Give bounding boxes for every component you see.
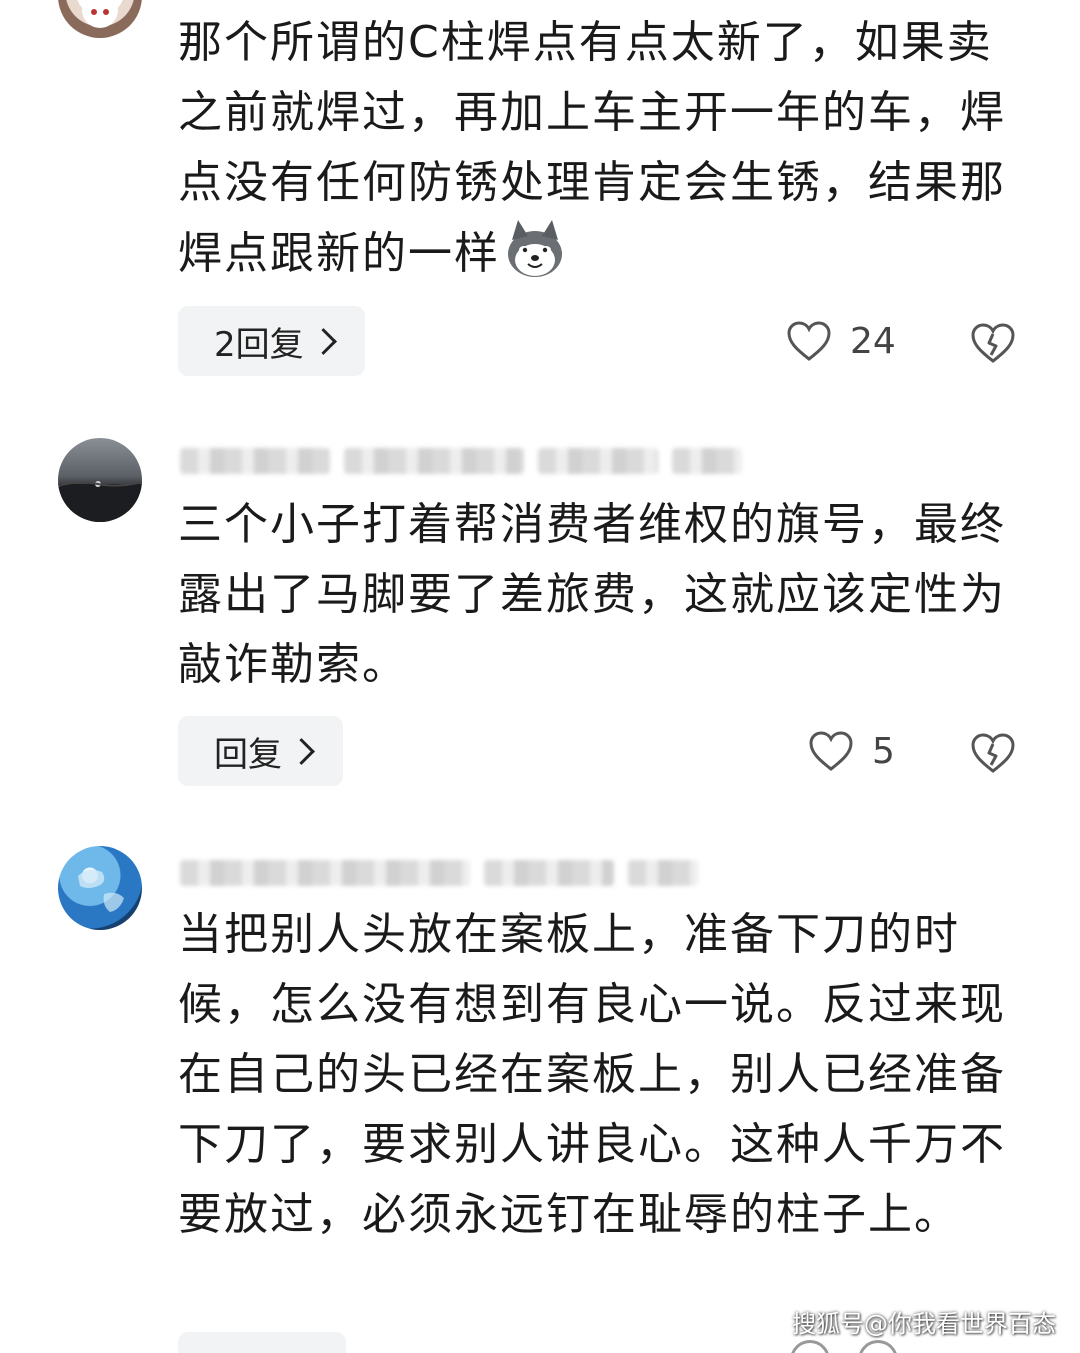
like-count: 24: [850, 320, 896, 362]
comment-body: 那个所谓的C柱焊点有点太新了，如果卖之前就焊过，再加上车主开一年的车，焊点没有任…: [178, 17, 1006, 279]
broken-heart-icon: [858, 1340, 898, 1353]
avatar[interactable]: [58, 0, 142, 38]
broken-heart-icon: [971, 323, 1015, 363]
watermark: 搜狐号@你我看世界百态: [792, 1310, 1056, 1338]
like-button[interactable]: 24: [786, 320, 896, 362]
heart-icon: [790, 1340, 830, 1353]
like-actions-partial: [790, 1340, 910, 1353]
heart-icon: [787, 321, 831, 361]
comment-text: 三个小子打着帮消费者维权的旗号，最终露出了马脚要了差旅费，这就应该定性为敲诈勒索…: [178, 499, 1006, 690]
chevron-right-icon: [309, 327, 337, 355]
comment-text: 那个所谓的C柱焊点有点太新了，如果卖之前就焊过，再加上车主开一年的车，焊点没有任…: [178, 8, 1038, 289]
like-count: 5: [872, 730, 895, 772]
avatar[interactable]: [58, 438, 142, 522]
husky-dog-emoji-icon: [504, 218, 566, 280]
reply-button[interactable]: [178, 1332, 346, 1353]
avatar[interactable]: [58, 846, 142, 930]
reply-label: 2回复: [214, 324, 304, 365]
comment-thread: 那个所谓的C柱焊点有点太新了，如果卖之前就焊过，再加上车主开一年的车，焊点没有任…: [0, 0, 1080, 1353]
heart-icon: [809, 731, 853, 771]
username-blurred: [180, 856, 698, 890]
like-button[interactable]: 5: [808, 730, 895, 772]
chevron-right-icon: [288, 737, 315, 765]
dislike-button[interactable]: [970, 732, 1016, 774]
username-blurred: [180, 444, 742, 478]
reply-button[interactable]: 回复: [178, 716, 343, 786]
avatar-image: [82, 0, 118, 28]
comment-text: 当把别人头放在案板上，准备下刀的时候，怎么没有想到有良心一说。反过来现在自己的头…: [178, 909, 1006, 1240]
reply-label: 回复: [214, 734, 282, 775]
avatar-image: [58, 481, 142, 522]
broken-heart-icon: [971, 733, 1015, 773]
reply-button[interactable]: 2回复: [178, 306, 365, 376]
avatar-image: [78, 869, 124, 912]
dislike-button[interactable]: [970, 322, 1016, 364]
